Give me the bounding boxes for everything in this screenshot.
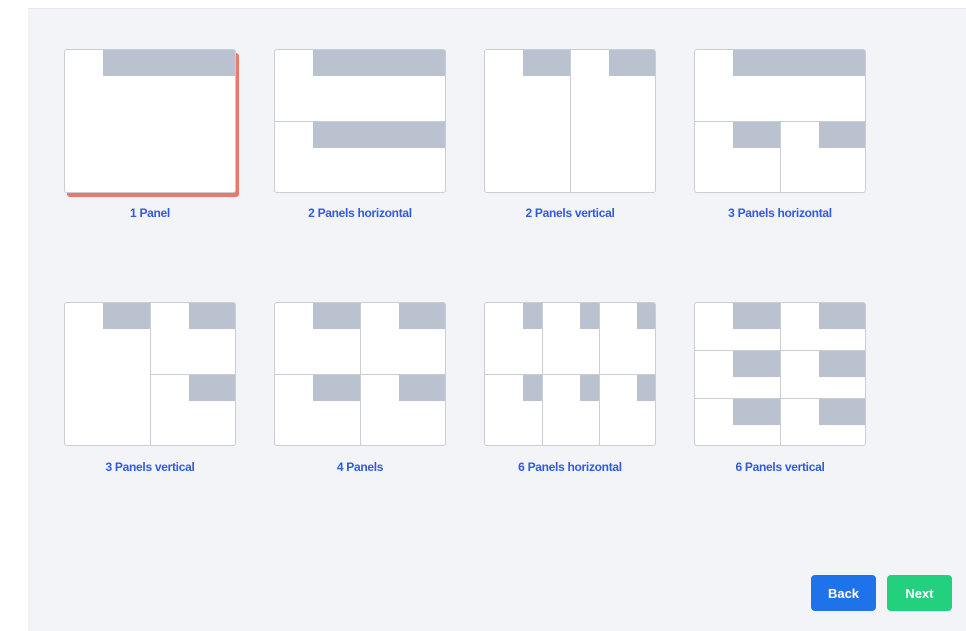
panel-header-bar [819,303,865,329]
layout-label-4-panels[interactable]: 4 Panels [260,460,460,474]
panel-header-bar [523,375,542,401]
panel-header-bar [637,375,655,401]
panel-divider [570,50,571,192]
panel-header-bar [189,303,235,329]
layout-label-2-panels-horizontal[interactable]: 2 Panels horizontal [260,206,460,220]
panel-header-bar [733,399,780,425]
panel-header-bar [580,303,599,329]
panel-header-bar [313,375,360,401]
panel-header-bar [733,351,780,377]
layout-label-3-panels-horizontal[interactable]: 3 Panels horizontal [680,206,880,220]
panel-header-bar [523,303,542,329]
layout-option-3-panels-vertical[interactable] [64,302,236,446]
panel-header-bar [399,375,445,401]
next-button[interactable]: Next [887,575,952,611]
layout-label-1-panel[interactable]: 1 Panel [50,206,250,220]
panel-header-bar [733,50,865,76]
panel-header-bar [580,375,599,401]
panel-header-bar [313,303,360,329]
layout-label-3-panels-vertical[interactable]: 3 Panels vertical [50,460,250,474]
panel-header-bar [637,303,655,329]
layout-option-1-panel[interactable] [64,49,236,193]
layout-option-6-panels-horizontal[interactable] [484,302,656,446]
panel-header-bar [819,351,865,377]
panel-header-bar [733,122,780,148]
panel-divider [780,303,781,445]
layout-option-6-panels-vertical[interactable] [694,302,866,446]
layout-option-3-panels-horizontal[interactable] [694,49,866,193]
panel-header-bar [313,50,445,76]
layout-picker-panel: 1 Panel 2 Panels horizontal 2 Panels ver… [28,8,966,631]
layout-option-2-panels-horizontal[interactable] [274,49,446,193]
panel-header-bar [313,122,445,148]
layout-option-4-panels[interactable] [274,302,446,446]
panel-header-bar [523,50,570,76]
back-button[interactable]: Back [811,575,876,611]
panel-header-bar [819,122,865,148]
panel-header-bar [103,50,235,76]
layout-label-2-panels-vertical[interactable]: 2 Panels vertical [470,206,670,220]
panel-header-bar [819,399,865,425]
panel-header-bar [609,50,655,76]
panel-divider [485,374,655,375]
layout-label-6-panels-vertical[interactable]: 6 Panels vertical [680,460,880,474]
layout-label-6-panels-horizontal[interactable]: 6 Panels horizontal [470,460,670,474]
panel-header-bar [189,375,235,401]
panel-header-bar [399,303,445,329]
panel-header-bar [103,303,150,329]
panel-divider [780,122,781,192]
panel-header-bar [733,303,780,329]
layout-option-2-panels-vertical[interactable] [484,49,656,193]
